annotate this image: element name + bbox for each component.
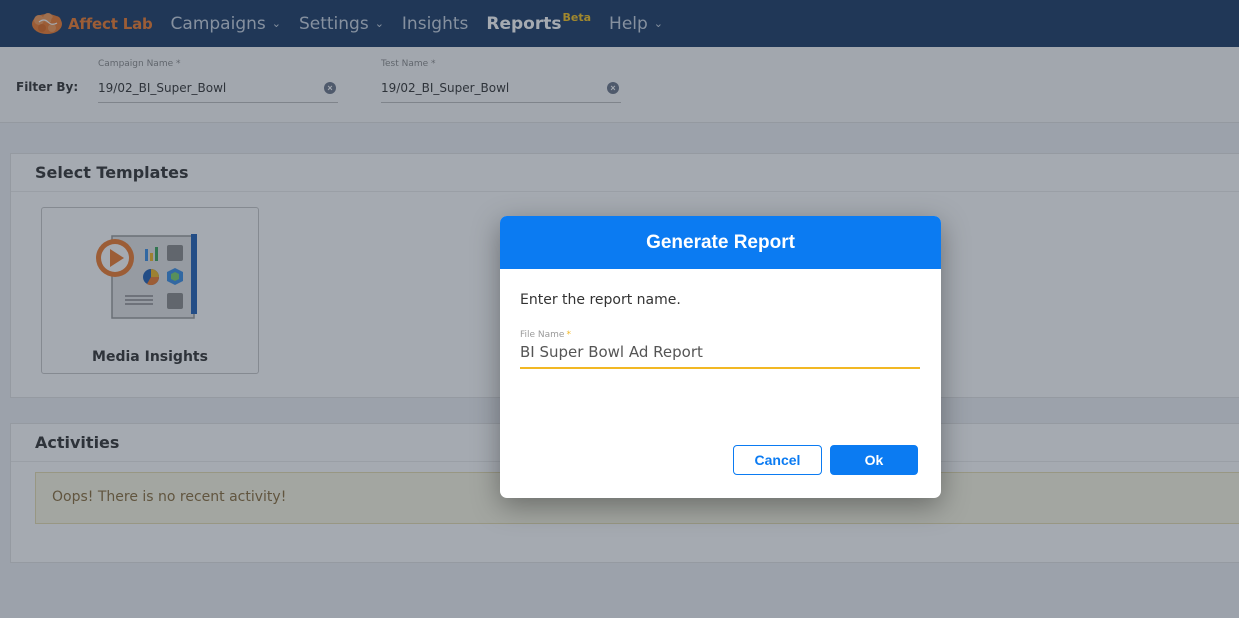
dialog-title: Generate Report	[500, 216, 941, 269]
generate-report-dialog: Generate Report Enter the report name. F…	[500, 216, 941, 498]
file-name-field: File Name *	[520, 324, 920, 369]
ok-button[interactable]: Ok	[830, 445, 918, 475]
file-name-input[interactable]	[520, 343, 920, 361]
dialog-prompt: Enter the report name.	[520, 292, 681, 308]
cancel-button[interactable]: Cancel	[733, 445, 822, 475]
file-name-label: File Name	[520, 330, 565, 340]
required-marker: *	[566, 330, 571, 340]
